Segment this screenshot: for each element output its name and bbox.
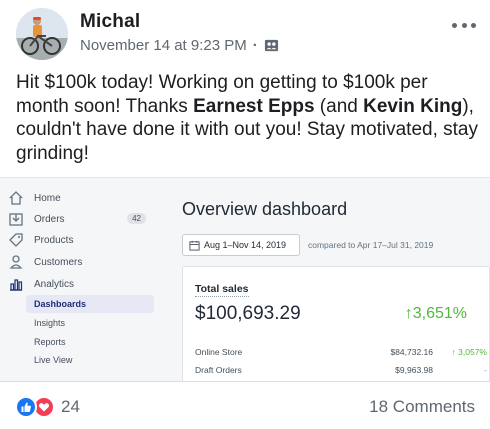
avatar[interactable] <box>16 8 68 60</box>
sidebar-item-customers[interactable]: Customers <box>8 252 154 272</box>
sidebar-subitem-reports[interactable]: Reports <box>26 333 154 351</box>
meta-separator: · <box>252 37 258 54</box>
total-sales-value: $100,693.29 <box>195 303 301 324</box>
row-value: $84,732.16 <box>390 347 433 357</box>
row-change: - <box>484 365 487 375</box>
more-dot <box>461 22 467 28</box>
date-range-button[interactable]: Aug 1–Nov 14, 2019 <box>182 234 300 256</box>
sidebar-item-label: Analytics <box>34 278 75 290</box>
like-icon <box>15 396 37 418</box>
sidebar-item-label: Orders <box>34 213 65 225</box>
sidebar-item-label: Customers <box>34 256 83 268</box>
more-dot <box>452 22 457 28</box>
row-label: Online Store <box>195 347 243 357</box>
more-dot <box>471 22 476 28</box>
comments-link[interactable]: 18 Comments <box>369 397 475 417</box>
more-options-icon[interactable] <box>452 20 476 30</box>
mention-kevin-king[interactable]: Kevin King <box>363 96 462 117</box>
friends-icon[interactable] <box>264 38 279 53</box>
avatar-photo <box>16 8 68 60</box>
sidebar-item-products[interactable]: Products <box>8 230 154 250</box>
author-name[interactable]: Michal <box>80 11 140 33</box>
mention-earnest-epps[interactable]: Earnest Epps <box>193 96 314 117</box>
analytics-icon <box>8 276 24 292</box>
post-meta: November 14 at 9:23 PM · <box>80 37 279 54</box>
page-title: Overview dashboard <box>182 199 348 219</box>
orders-icon <box>8 211 24 227</box>
row-change: ↑ 3,057% <box>451 347 487 357</box>
sidebar-item-label: Products <box>34 234 74 246</box>
orders-count-badge: 42 <box>127 213 146 224</box>
post-text: Hit $100k today! Working on getting to $… <box>16 71 478 165</box>
reactions-summary[interactable]: 24 <box>15 396 80 418</box>
sidebar-subitem-dashboards[interactable]: Dashboards <box>26 295 154 313</box>
sidebar-subitem-live-view[interactable]: Live View <box>26 351 154 369</box>
total-sales-change: ↑3,651% <box>404 305 467 322</box>
card-title[interactable]: Total sales <box>195 283 249 297</box>
table-row: Online Store $84,732.16 ↑ 3,057% <box>195 347 487 357</box>
calendar-icon <box>189 240 200 251</box>
post-footer: 24 18 Comments <box>0 381 490 429</box>
sidebar-item-home[interactable]: Home <box>8 188 154 208</box>
post-text-part: (and <box>314 95 364 117</box>
sidebar-item-analytics[interactable]: Analytics <box>8 274 154 294</box>
home-icon <box>8 190 24 206</box>
dashboard-main: Overview dashboard Aug 1–Nov 14, 2019 co… <box>162 178 490 381</box>
sidebar-item-label: Home <box>34 192 61 204</box>
row-value: $9,963.98 <box>395 365 433 375</box>
sidebar-subitem-insights[interactable]: Insights <box>26 314 154 332</box>
customers-icon <box>8 254 24 270</box>
post-header: Michal November 14 at 9:23 PM · <box>0 0 490 70</box>
admin-sidebar: Home Orders 42 Products Customers Analyt… <box>0 178 162 381</box>
sidebar-item-orders[interactable]: Orders 42 <box>8 209 154 229</box>
total-sales-card: Total sales $100,693.29 ↑3,651% Online S… <box>182 266 490 381</box>
date-range-label: Aug 1–Nov 14, 2019 <box>204 240 287 250</box>
post-timestamp[interactable]: November 14 at 9:23 PM <box>80 37 247 54</box>
post-image[interactable]: Home Orders 42 Products Customers Analyt… <box>0 177 490 381</box>
tag-icon <box>8 232 24 248</box>
table-row: Draft Orders $9,963.98 - <box>195 365 487 375</box>
row-label: Draft Orders <box>195 365 242 375</box>
comparison-text: compared to Apr 17–Jul 31, 2019 <box>308 240 434 250</box>
reaction-count: 24 <box>61 397 80 416</box>
